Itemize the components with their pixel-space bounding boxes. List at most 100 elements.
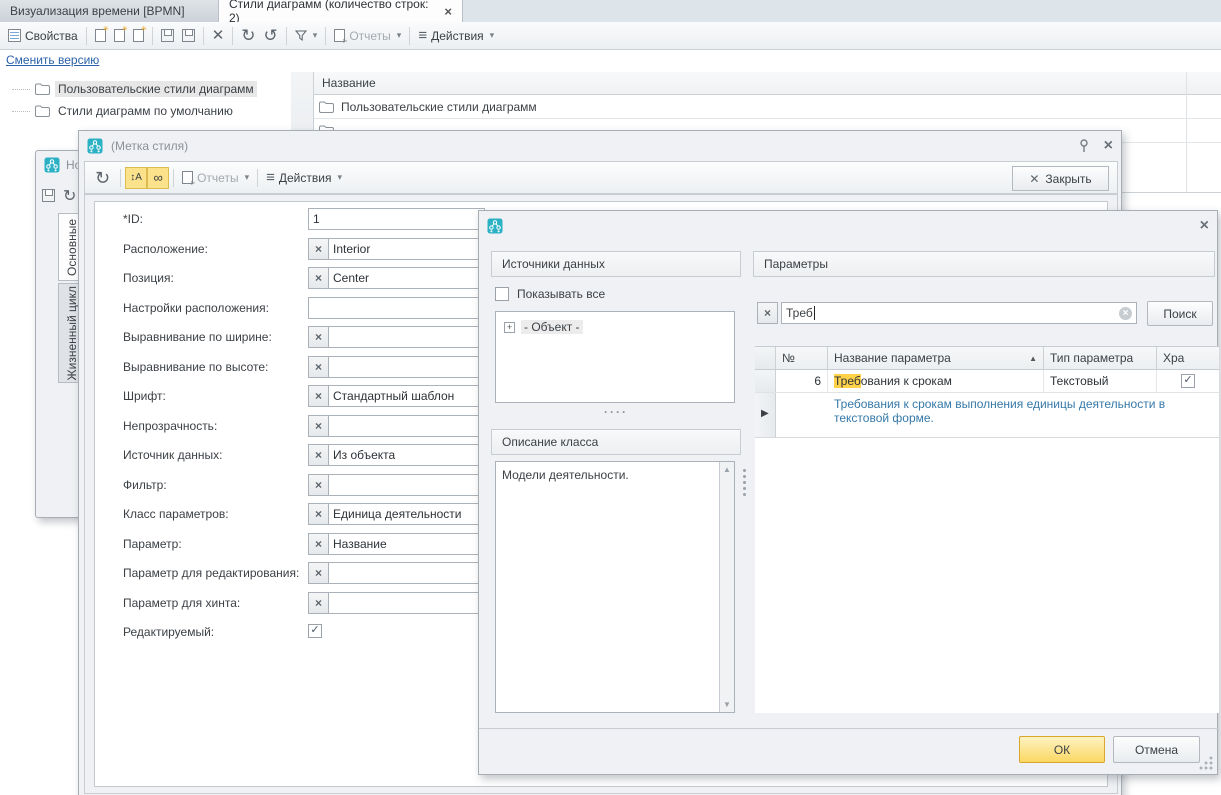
table-header[interactable]: Название	[314, 72, 1221, 95]
tree-node-object[interactable]: - Объект -	[521, 320, 583, 334]
search-button[interactable]: Поиск	[1147, 301, 1213, 326]
new-item-button[interactable]	[91, 27, 110, 44]
edit-parameter-input[interactable]	[328, 562, 485, 584]
row-selector-header	[755, 347, 776, 369]
properties-button[interactable]: Свойства	[4, 27, 82, 45]
class-panel-header: Описание класса	[491, 429, 741, 455]
actions-button[interactable]: ≡ Действия ▾	[262, 168, 346, 187]
font-input[interactable]	[328, 385, 485, 407]
save-button[interactable]	[157, 27, 178, 44]
dialog-title: (Метка стиля)	[111, 139, 188, 153]
editable-checkbox[interactable]	[308, 624, 322, 638]
sources-panel-header: Источники данных	[491, 251, 741, 277]
link-toggle-button[interactable]: ∞	[147, 167, 169, 189]
clear-field-button[interactable]: ×	[308, 356, 329, 378]
ok-button[interactable]: ОК	[1019, 736, 1105, 763]
actions-button[interactable]: ≡ Действия ▾	[414, 26, 498, 45]
scroll-up-icon[interactable]: ▲	[720, 465, 734, 474]
dropdown-caret-icon: ▾	[337, 172, 342, 183]
scroll-down-icon[interactable]: ▼	[720, 700, 734, 709]
clear-field-button[interactable]: ×	[308, 267, 329, 289]
filter-button[interactable]: ▾	[291, 28, 322, 44]
class-description-box[interactable]: Модели деятельности. ▲ ▼	[495, 461, 735, 713]
refresh-button[interactable]: ↻	[237, 25, 259, 46]
ok-label: ОК	[1054, 743, 1070, 757]
close-icon[interactable]: ×	[1104, 138, 1113, 154]
search-match-highlight: Треб	[834, 374, 861, 388]
stored-checkbox[interactable]	[1181, 374, 1195, 388]
delete-button[interactable]: ✕	[208, 26, 229, 45]
close-dialog-button[interactable]: ✕ Закрыть	[1012, 166, 1109, 191]
save-icon[interactable]	[42, 189, 55, 202]
parameter-input[interactable]	[328, 533, 485, 555]
dialog-titlebar[interactable]: (Метка стиля) ×	[79, 131, 1121, 161]
position-input[interactable]	[328, 267, 485, 289]
column-header-param-type[interactable]: Тип параметра	[1044, 347, 1157, 369]
id-input[interactable]	[308, 208, 485, 230]
horizontal-splitter[interactable]: ····	[491, 405, 741, 419]
column-header-param-name[interactable]: Название параметра ▲	[828, 347, 1044, 369]
clear-field-button[interactable]: ×	[308, 415, 329, 437]
width-align-input[interactable]	[328, 326, 485, 348]
change-version-link[interactable]: Сменить версию	[6, 53, 99, 67]
clear-field-button[interactable]: ×	[308, 326, 329, 348]
dialog-titlebar[interactable]: ×	[479, 211, 1217, 241]
column-header-num[interactable]: №	[776, 347, 828, 369]
vertical-splitter[interactable]	[743, 469, 746, 496]
search-input[interactable]: Треб ×	[781, 302, 1137, 324]
param-description-text: Требования к срокам выполнения единицы д…	[834, 397, 1165, 425]
reports-button[interactable]: Отчеты ▾	[178, 169, 253, 187]
table-row[interactable]: Пользовательские стили диаграмм	[314, 95, 1221, 119]
opacity-input[interactable]	[328, 415, 485, 437]
tab-time-visualization[interactable]: Визуализация времени [BPMN]	[0, 0, 219, 22]
data-sources-tree[interactable]: + - Объект -	[495, 311, 735, 403]
clear-field-button[interactable]: ×	[308, 238, 329, 260]
clear-text-icon[interactable]: ×	[1119, 307, 1132, 320]
resize-grip[interactable]	[1199, 756, 1213, 770]
column-divider	[1186, 72, 1187, 192]
filter-input[interactable]	[328, 474, 485, 496]
field-label: Непрозрачность:	[123, 419, 217, 433]
height-align-input[interactable]	[328, 356, 485, 378]
folder-icon	[34, 82, 51, 96]
new-folder-button[interactable]	[110, 27, 129, 44]
clear-field-button[interactable]: ×	[308, 474, 329, 496]
hint-parameter-input[interactable]	[328, 592, 485, 614]
clear-field-button[interactable]: ×	[308, 503, 329, 525]
param-row[interactable]: 6 Требования к срокам Текстовый	[755, 370, 1219, 393]
cancel-button[interactable]: Отмена	[1113, 736, 1200, 763]
vertical-scrollbar[interactable]: ▲ ▼	[719, 462, 734, 712]
location-settings-input[interactable]	[308, 297, 485, 319]
footer-divider	[479, 728, 1219, 729]
clear-field-button[interactable]: ×	[308, 444, 329, 466]
clear-field-button[interactable]: ×	[308, 562, 329, 584]
app-icon	[487, 218, 503, 234]
refresh-all-button[interactable]: ↺	[260, 25, 282, 46]
sort-toggle-button[interactable]: ↕A	[125, 167, 147, 189]
param-class-input[interactable]	[328, 503, 485, 525]
save-all-button[interactable]	[178, 27, 199, 44]
tab-diagram-styles[interactable]: Стили диаграмм (количество строк: 2) ×	[219, 0, 463, 22]
refresh-icon[interactable]: ↻	[63, 189, 76, 205]
clear-search-button[interactable]: ×	[757, 302, 778, 324]
location-input[interactable]	[328, 238, 485, 260]
tree-item-user-styles[interactable]: Пользовательские стили диаграмм	[0, 78, 291, 100]
show-all-checkbox[interactable]	[495, 287, 509, 301]
tree-expander-icon[interactable]: +	[504, 322, 515, 333]
column-header-stored[interactable]: Хра	[1157, 347, 1219, 369]
dropdown-caret-icon: ▾	[313, 30, 318, 41]
clear-field-button[interactable]: ×	[308, 533, 329, 555]
new-copy-button[interactable]	[129, 27, 148, 44]
tree-item-default-styles[interactable]: Стили диаграмм по умолчанию	[0, 100, 291, 122]
params-panel-header: Параметры	[753, 251, 1215, 277]
reports-button[interactable]: Отчеты ▾	[330, 27, 405, 45]
close-icon[interactable]: ×	[1200, 218, 1209, 234]
clear-field-button[interactable]: ×	[308, 592, 329, 614]
tab-close-icon[interactable]: ×	[444, 5, 452, 18]
params-panel-title: Параметры	[764, 257, 828, 271]
row-selector-cell[interactable]	[755, 370, 776, 392]
pin-icon[interactable]	[1078, 139, 1090, 153]
clear-field-button[interactable]: ×	[308, 385, 329, 407]
data-source-input[interactable]	[328, 444, 485, 466]
refresh-icon[interactable]: ↻	[95, 169, 110, 187]
